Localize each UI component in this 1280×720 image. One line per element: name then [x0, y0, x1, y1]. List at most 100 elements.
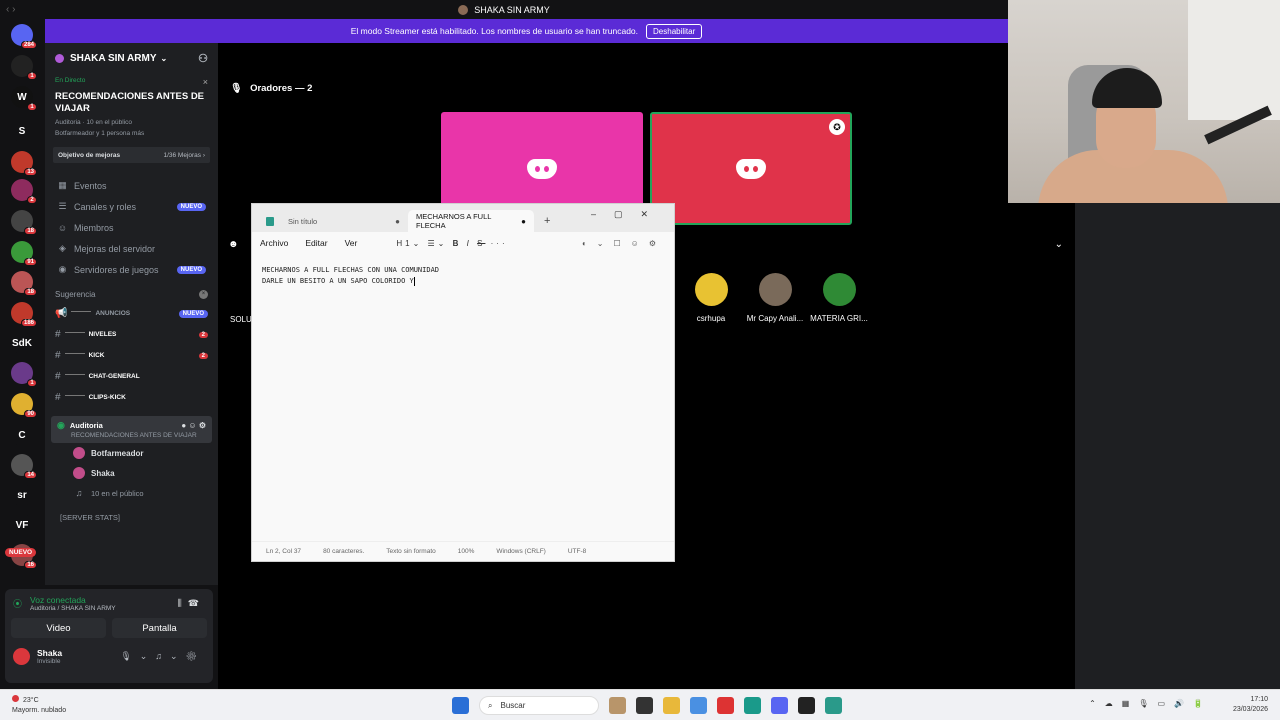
voice-user-name: Botfarmeador [91, 448, 144, 458]
server-icon[interactable]: S [11, 120, 33, 142]
new-tab-button[interactable]: + [544, 210, 550, 232]
notepad-statusbar: Ln 2, Col 37 80 caracteres. Texto sin fo… [252, 541, 674, 561]
server-icon[interactable]: 284 [11, 24, 37, 49]
server-icon[interactable]: C [11, 424, 33, 446]
text-channel[interactable]: # CLIPS-KICK [45, 387, 218, 408]
server-icon[interactable]: sr [11, 484, 33, 506]
server-icon[interactable]: SdK [11, 332, 33, 354]
widget-icon[interactable] [609, 697, 626, 714]
voice-channel-topic: RECOMENDACIONES ANTES DE VIAJAR [71, 432, 197, 439]
text-channel[interactable]: # CHAT-GENERAL [45, 366, 218, 387]
channel-name: KICK [88, 352, 105, 359]
screen-share-button[interactable]: Pantalla [112, 618, 207, 638]
live-stage-card[interactable]: En Directo × RECOMENDACIONES ANTES DE VIA… [45, 73, 218, 143]
stage-title: RECOMENDACIONES ANTES DE VIAJAR [55, 91, 205, 114]
new-servers-tag: NUEVO [5, 548, 37, 557]
server-stats-category[interactable]: [SERVER STATS] [45, 503, 218, 522]
search-box[interactable]: ⌕ Buscar [479, 696, 599, 715]
channel-sidebar: SHAKA SIN ARMY ⌄ ⚇ En Directo × RECOMENDA… [45, 43, 218, 585]
voice-location[interactable]: Auditoria / SHAKA SIN ARMY [30, 605, 116, 612]
video-button[interactable]: Video [11, 618, 106, 638]
text-channel[interactable]: 📢 ANUNCIOS NUEVO [45, 303, 218, 324]
server-icon[interactable]: 91 [11, 241, 37, 266]
new-badge: NUEVO [176, 202, 206, 211]
weather-widget[interactable]: 23°C Mayorm. nublado [12, 695, 66, 716]
notepad-app-icon[interactable] [825, 697, 842, 714]
audience-member-name[interactable]: SOLU [230, 315, 252, 324]
menu-label: Eventos [74, 180, 107, 191]
signal-icon[interactable]: ⦿ [13, 597, 22, 610]
audience-member[interactable]: csrhupa [676, 273, 746, 323]
format-toolbar[interactable]: H1⌄ ☰⌄ B I S ··· [396, 239, 507, 248]
server-icon[interactable]: 1 [11, 362, 37, 387]
server-icon[interactable]: 18 [11, 210, 37, 235]
server-icon[interactable]: 186 [11, 302, 37, 327]
tab-active[interactable]: MECHARNOS A FULL FLECHA ● [408, 210, 534, 232]
audience-member[interactable]: Mr Capy Anali... [740, 273, 810, 323]
window-title: SHAKA SIN ARMY [474, 4, 550, 15]
audience-icon: ☻ [228, 239, 239, 250]
notepad-text-area[interactable]: MECHARNOS A FULL FLECHAS CON UNA COMUNID… [252, 254, 674, 534]
avatar[interactable] [13, 648, 30, 665]
notification-badge: 1 [27, 103, 37, 111]
disconnect-icon[interactable]: ⫼☎ [178, 598, 205, 609]
server-menu-item[interactable]: ☺ Miembros [45, 217, 218, 238]
clock[interactable]: 17:10 23/03/2026 [1233, 695, 1268, 715]
heading-dropdown[interactable]: H1 [396, 239, 412, 248]
edge-icon[interactable] [744, 697, 761, 714]
server-icon[interactable]: W1 [11, 86, 37, 111]
voice-channel-auditoria[interactable]: ◉ Auditoria ● ☺ ⚙ RECOMENDACIONES ANTES … [51, 416, 212, 443]
server-menu-item[interactable]: ◉ Servidores de juegos NUEVO [45, 259, 218, 280]
system-tray-icons[interactable]: ⌃☁▦🎙▭🔊🔋 [1089, 699, 1212, 708]
server-icon[interactable]: 18 [11, 271, 37, 296]
audience-member[interactable]: MATERIA GRI... [804, 273, 874, 323]
chevron-down-icon: ⌄ [160, 53, 168, 63]
server-icon[interactable]: VF [11, 514, 33, 536]
server-menu-item[interactable]: ☰ Canales y roles NUEVO [45, 196, 218, 217]
voice-user[interactable]: Botfarmeador [45, 443, 218, 463]
file-explorer-icon[interactable] [663, 697, 680, 714]
server-icon[interactable]: 13 [11, 151, 37, 176]
window-controls-icon[interactable]: –▢✕ [591, 209, 666, 220]
boost-goal[interactable]: Objetivo de mejoras 1/36 Mejoras › [53, 147, 210, 163]
settings-icon[interactable]: ◐⌄☐☺⚙ [582, 239, 666, 248]
invite-people-icon[interactable]: ⚇ [198, 52, 208, 65]
unsaved-dot-icon[interactable]: ● [395, 217, 400, 226]
server-icon[interactable]: 14 [11, 454, 37, 479]
user-controls-icon[interactable]: 🎙⌄♫⌄⚙ [120, 651, 205, 662]
unsaved-dot-icon[interactable]: ● [521, 217, 526, 226]
tab-untitled[interactable]: Sin título ● [258, 210, 408, 232]
audience-member-name: Mr Capy Anali... [746, 314, 804, 323]
server-icon[interactable]: 1 [11, 55, 37, 80]
dismiss-icon[interactable]: × [199, 290, 208, 299]
speaker-tile[interactable]: ✪ [650, 112, 852, 225]
terminal-icon[interactable] [636, 697, 653, 714]
disable-streamer-button[interactable]: Deshabilitar [646, 23, 703, 39]
notification-badge: 2 [27, 196, 37, 204]
server-icon[interactable]: 90 [11, 393, 37, 418]
app-icon[interactable] [798, 697, 815, 714]
menu-view[interactable]: Ver [345, 238, 358, 248]
menu-edit[interactable]: Editar [305, 238, 327, 248]
server-icon[interactable]: 2 [11, 179, 37, 204]
server-menu-item[interactable]: ▦ Eventos [45, 175, 218, 196]
server-menu-item[interactable]: ◈ Mejoras del servidor [45, 238, 218, 259]
back-icon[interactable]: ‹ › [6, 4, 15, 15]
voice-user[interactable]: Shaka [45, 463, 218, 483]
streamer-mode-banner: El modo Streamer está habilitado. Los no… [45, 19, 1008, 43]
copilot-icon[interactable] [690, 697, 707, 714]
channel-actions-icon[interactable]: ● ☺ ⚙ [181, 421, 206, 430]
chevron-down-icon[interactable]: ⌄ [1055, 239, 1063, 250]
text-channel[interactable]: # NIVELES 2 [45, 324, 218, 345]
microphone-icon: 🎙 [230, 83, 243, 94]
notification-badge: 14 [24, 471, 37, 479]
channel-decoration-icon [64, 332, 85, 337]
close-icon[interactable]: × [203, 77, 208, 87]
office-icon[interactable] [717, 697, 734, 714]
menu-file[interactable]: Archivo [260, 238, 288, 248]
server-header[interactable]: SHAKA SIN ARMY ⌄ ⚇ [45, 43, 218, 73]
audience-count[interactable]: ♫ 10 en el público [45, 483, 218, 503]
text-channel[interactable]: # KICK 2 [45, 345, 218, 366]
discord-icon[interactable] [771, 697, 788, 714]
start-icon[interactable] [452, 697, 469, 714]
